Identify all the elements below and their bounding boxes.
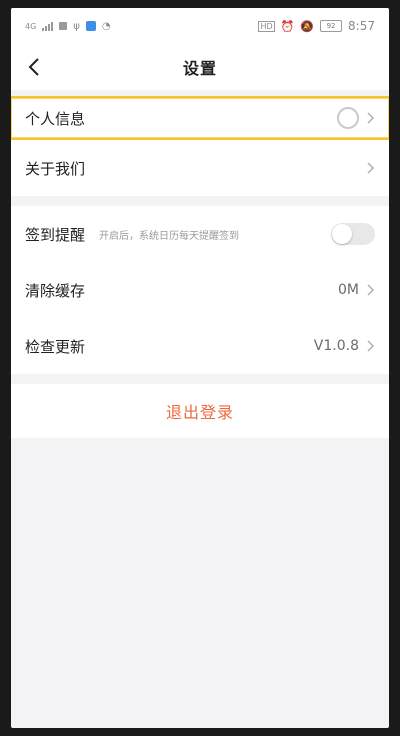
checkin-reminder-toggle[interactable] [331,223,375,245]
settings-item-checkin-reminder: 签到提醒 开启后，系统日历每天提醒签到 [11,206,389,262]
app-notification-icon [85,21,96,31]
settings-item-check-update[interactable]: 检查更新 V1.0.8 [11,318,389,374]
chevron-right-icon [367,284,375,296]
cache-size-value: 0M [338,282,359,298]
settings-item-profile[interactable]: 个人信息 [11,96,389,140]
logout-label: 退出登录 [165,403,234,422]
settings-item-clear-cache[interactable]: 清除缓存 0M [11,262,389,318]
version-value: V1.0.8 [313,338,359,354]
nav-header: 设置 [11,44,389,90]
hd-icon: HD [258,20,275,32]
chevron-right-icon [367,340,375,352]
settings-item-label: 个人信息 [25,109,86,128]
signal-icon [42,21,54,31]
logout-button[interactable]: 退出登录 [11,384,389,438]
phone-screen: 4G ψ ◔ HD ⏰ 🔕 92 8:57 设置 个人信息 关于我们 签到提醒 … [11,8,389,728]
toggle-knob [332,224,352,244]
status-bar: 4G ψ ◔ HD ⏰ 🔕 92 8:57 [11,8,389,44]
settings-item-label: 检查更新 [25,337,86,356]
settings-group-app: 签到提醒 开启后，系统日历每天提醒签到 清除缓存 0M 检查更新 V1.0.8 [11,206,389,374]
battery-icon: 92 [320,20,343,32]
settings-item-hint: 开启后，系统日历每天提醒签到 [99,230,240,242]
page-title: 设置 [182,59,217,78]
chevron-right-icon [367,162,375,174]
mute-icon: 🔕 [300,19,315,33]
network-type: 4G [25,21,37,31]
touch-indicator-icon [337,107,359,129]
usb-icon: ψ [73,20,80,32]
clock: 8:57 [348,19,375,33]
notification-icon [59,22,68,30]
chevron-right-icon [367,112,375,124]
settings-item-label: 关于我们 [25,159,86,178]
settings-item-about[interactable]: 关于我们 [11,140,389,196]
settings-group-account: 个人信息 关于我们 [11,96,389,196]
back-arrow-icon[interactable] [27,57,41,77]
alarm-icon: ⏰ [280,19,295,33]
chat-icon: ◔ [101,20,111,32]
settings-item-label: 签到提醒 [25,225,86,244]
settings-item-label: 清除缓存 [25,281,86,300]
